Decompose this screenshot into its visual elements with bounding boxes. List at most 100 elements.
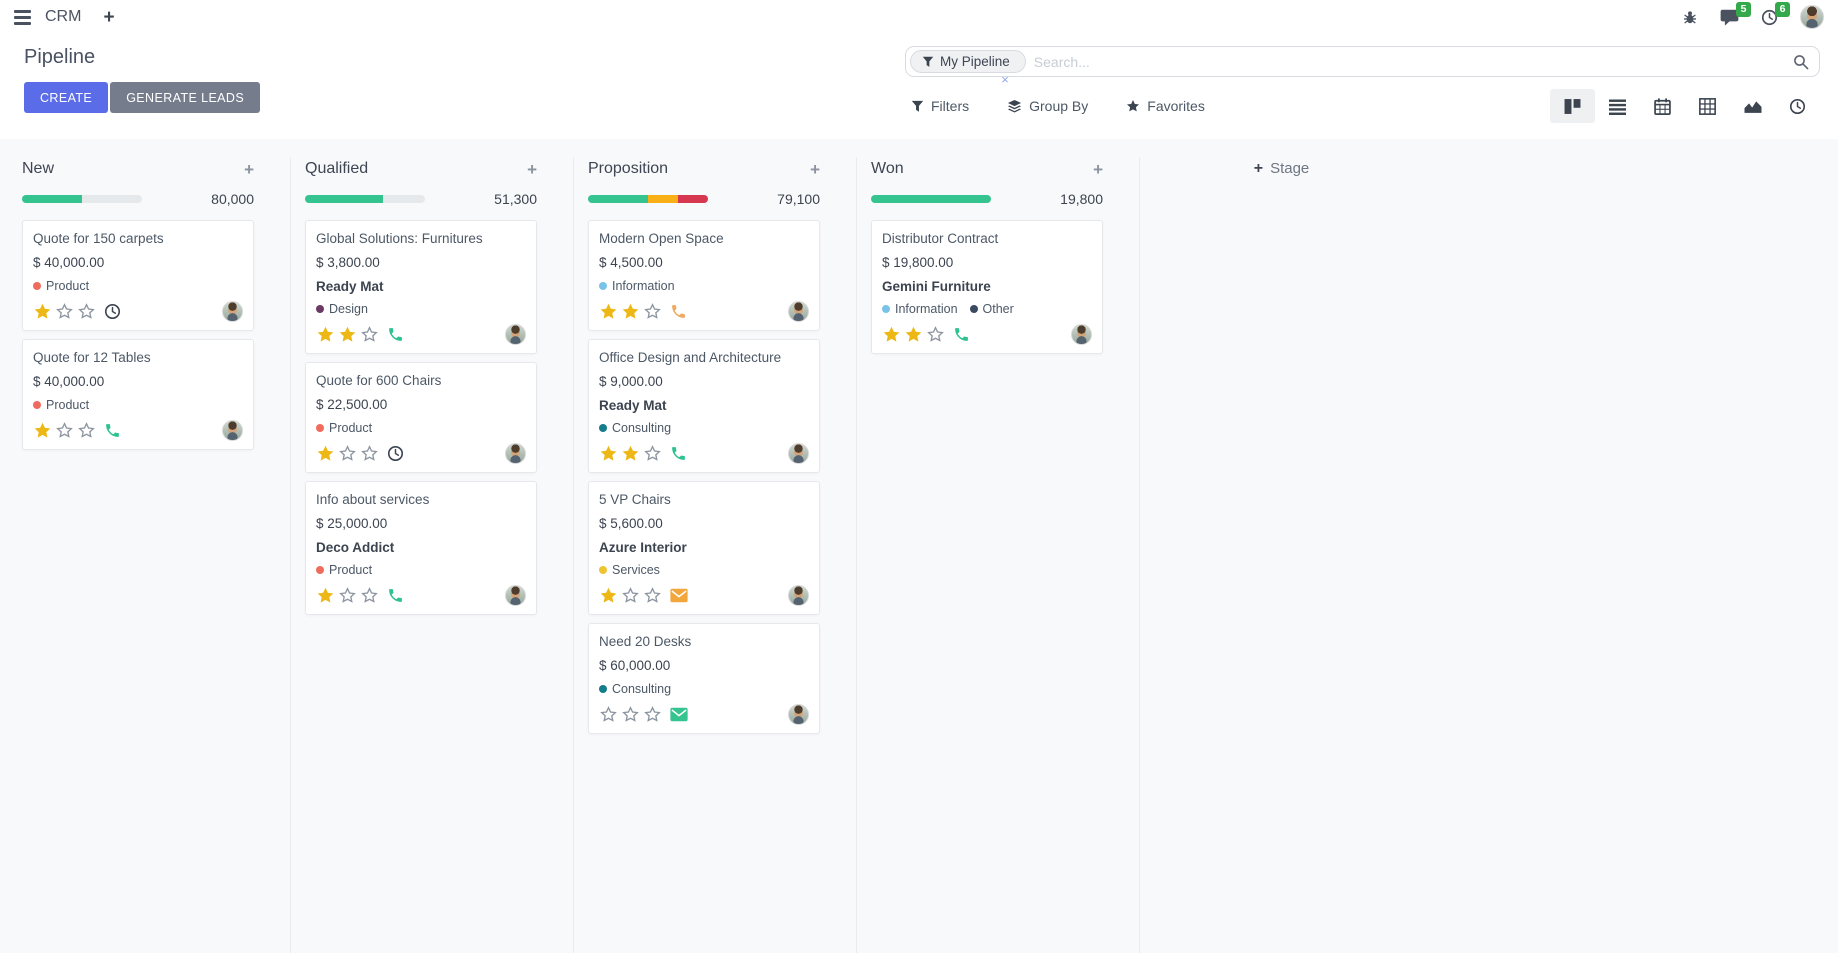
star-icon[interactable] <box>643 586 662 605</box>
star-icon[interactable] <box>599 302 618 321</box>
progress-segment[interactable] <box>871 195 991 203</box>
star-icon[interactable] <box>621 586 640 605</box>
card-avatar[interactable] <box>788 301 809 322</box>
card-avatar[interactable] <box>788 585 809 606</box>
star-icon[interactable] <box>926 325 945 344</box>
column-title[interactable]: Proposition <box>588 160 668 178</box>
column-title[interactable]: Qualified <box>305 160 368 178</box>
star-icon[interactable] <box>882 325 901 344</box>
progress-segment[interactable] <box>678 195 708 203</box>
card-avatar[interactable] <box>788 443 809 464</box>
clock-icon[interactable] <box>387 445 404 462</box>
favorites-button[interactable]: Favorites <box>1126 98 1205 114</box>
create-button[interactable]: CREATE <box>24 82 108 113</box>
kanban-card[interactable]: Office Design and Architecture$ 9,000.00… <box>588 339 820 473</box>
kanban-card[interactable]: Info about services$ 25,000.00Deco Addic… <box>305 481 537 615</box>
view-activity-button[interactable] <box>1775 89 1820 123</box>
phone-icon[interactable] <box>670 303 687 320</box>
envelope-icon[interactable] <box>670 707 688 722</box>
generate-leads-button[interactable]: GENERATE LEADS <box>110 82 260 113</box>
card-avatar[interactable] <box>505 324 526 345</box>
column-title[interactable]: Won <box>871 160 904 178</box>
add-icon[interactable]: + <box>103 8 114 27</box>
kanban-card[interactable]: Distributor Contract$ 19,800.00Gemini Fu… <box>871 220 1103 354</box>
activities-button[interactable]: 6 <box>1761 9 1778 26</box>
kanban-card[interactable]: 5 VP Chairs$ 5,600.00Azure InteriorServi… <box>588 481 820 615</box>
search-bar[interactable]: My Pipeline × <box>905 46 1820 77</box>
kanban-card[interactable]: Quote for 12 Tables$ 40,000.00Product <box>22 339 254 450</box>
group-by-button[interactable]: Group By <box>1007 98 1088 114</box>
progress-segment[interactable] <box>305 195 383 203</box>
search-input[interactable] <box>1034 54 1793 70</box>
star-icon[interactable] <box>316 444 335 463</box>
quick-create-icon[interactable]: + <box>527 161 537 178</box>
facet-remove-icon[interactable]: × <box>1001 72 1009 87</box>
star-icon[interactable] <box>316 325 335 344</box>
progress-segment[interactable] <box>22 195 82 203</box>
progress-segment[interactable] <box>648 195 678 203</box>
star-icon[interactable] <box>599 705 618 724</box>
card-avatar[interactable] <box>1071 324 1092 345</box>
kanban-card[interactable]: Modern Open Space$ 4,500.00Information <box>588 220 820 331</box>
star-icon[interactable] <box>77 302 96 321</box>
column-title[interactable]: New <box>22 160 54 178</box>
view-calendar-button[interactable] <box>1640 89 1685 123</box>
star-icon[interactable] <box>643 705 662 724</box>
quick-create-icon[interactable]: + <box>810 161 820 178</box>
star-icon[interactable] <box>338 325 357 344</box>
card-avatar[interactable] <box>505 443 526 464</box>
column-progressbar[interactable] <box>22 195 142 203</box>
kanban-card[interactable]: Global Solutions: Furnitures$ 3,800.00Re… <box>305 220 537 354</box>
card-avatar[interactable] <box>222 301 243 322</box>
star-icon[interactable] <box>316 586 335 605</box>
star-icon[interactable] <box>33 302 52 321</box>
view-pivot-button[interactable] <box>1685 89 1730 123</box>
kanban-card[interactable]: Quote for 150 carpets$ 40,000.00Product <box>22 220 254 331</box>
user-avatar[interactable] <box>1800 5 1824 29</box>
star-icon[interactable] <box>77 421 96 440</box>
star-icon[interactable] <box>621 444 640 463</box>
column-progressbar[interactable] <box>871 195 991 203</box>
phone-icon[interactable] <box>953 326 970 343</box>
card-avatar[interactable] <box>505 585 526 606</box>
phone-icon[interactable] <box>387 326 404 343</box>
card-avatar[interactable] <box>788 704 809 725</box>
star-icon[interactable] <box>599 444 618 463</box>
view-list-button[interactable] <box>1595 89 1640 123</box>
view-kanban-button[interactable] <box>1550 89 1595 123</box>
phone-icon[interactable] <box>104 422 121 439</box>
star-icon[interactable] <box>338 586 357 605</box>
phone-icon[interactable] <box>387 587 404 604</box>
star-icon[interactable] <box>360 325 379 344</box>
bug-icon[interactable] <box>1682 9 1698 25</box>
column-progressbar[interactable] <box>588 195 708 203</box>
star-icon[interactable] <box>55 302 74 321</box>
view-graph-button[interactable] <box>1730 89 1775 123</box>
star-icon[interactable] <box>621 302 640 321</box>
star-icon[interactable] <box>599 586 618 605</box>
column-progressbar[interactable] <box>305 195 425 203</box>
progress-segment[interactable] <box>588 195 648 203</box>
card-avatar[interactable] <box>222 420 243 441</box>
clock-icon[interactable] <box>104 303 121 320</box>
star-icon[interactable] <box>643 302 662 321</box>
kanban-card[interactable]: Need 20 Desks$ 60,000.00Consulting <box>588 623 820 734</box>
quick-create-icon[interactable]: + <box>1093 161 1103 178</box>
filter-facet[interactable]: My Pipeline × <box>910 50 1026 73</box>
messages-button[interactable]: 5 <box>1720 9 1739 26</box>
search-icon[interactable] <box>1793 54 1809 70</box>
quick-create-icon[interactable]: + <box>244 161 254 178</box>
star-icon[interactable] <box>621 705 640 724</box>
star-icon[interactable] <box>904 325 923 344</box>
star-icon[interactable] <box>643 444 662 463</box>
app-name[interactable]: CRM <box>45 8 81 26</box>
phone-icon[interactable] <box>670 445 687 462</box>
star-icon[interactable] <box>360 586 379 605</box>
star-icon[interactable] <box>55 421 74 440</box>
menu-icon[interactable] <box>14 10 31 25</box>
add-stage-button[interactable]: +Stage <box>1254 160 1310 177</box>
filters-button[interactable]: Filters <box>911 98 969 114</box>
kanban-card[interactable]: Quote for 600 Chairs$ 22,500.00Product <box>305 362 537 473</box>
star-icon[interactable] <box>338 444 357 463</box>
star-icon[interactable] <box>33 421 52 440</box>
